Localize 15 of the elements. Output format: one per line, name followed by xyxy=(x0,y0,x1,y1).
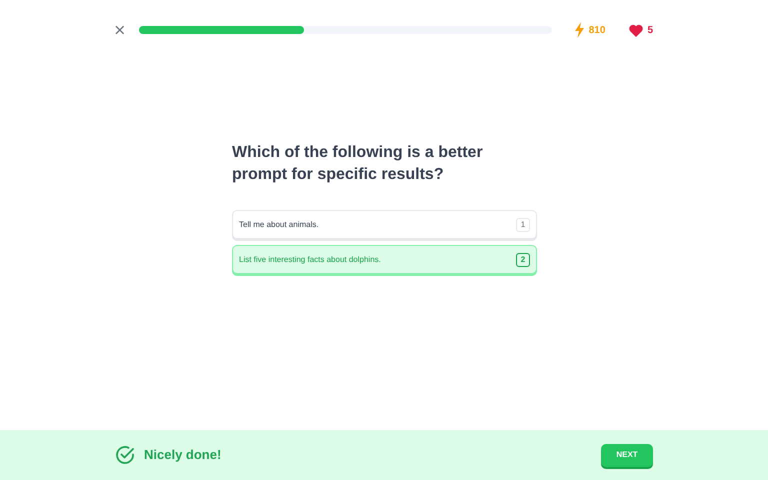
answer-option[interactable]: List five interesting facts about dolphins. 2 xyxy=(232,245,537,274)
option-text: List five interesting facts about dolphins. xyxy=(239,254,381,266)
xp-count: 810 xyxy=(588,24,606,38)
check-circle-icon xyxy=(115,445,135,465)
answer-option[interactable]: Tell me about animals. 1 xyxy=(232,210,537,239)
option-text: Tell me about animals. xyxy=(239,218,319,230)
lightning-icon xyxy=(574,22,585,38)
question-text: Which of the following is a better prompt for specific results? xyxy=(232,143,484,185)
next-button[interactable]: NEXT xyxy=(601,444,653,466)
shortcut-key: 2 xyxy=(516,252,530,266)
close-icon[interactable] xyxy=(115,25,125,35)
heart-icon xyxy=(629,24,644,36)
feedback-message: Nicely done! xyxy=(144,446,222,464)
hearts-count: 5 xyxy=(647,24,653,38)
shortcut-key: 1 xyxy=(516,218,530,232)
